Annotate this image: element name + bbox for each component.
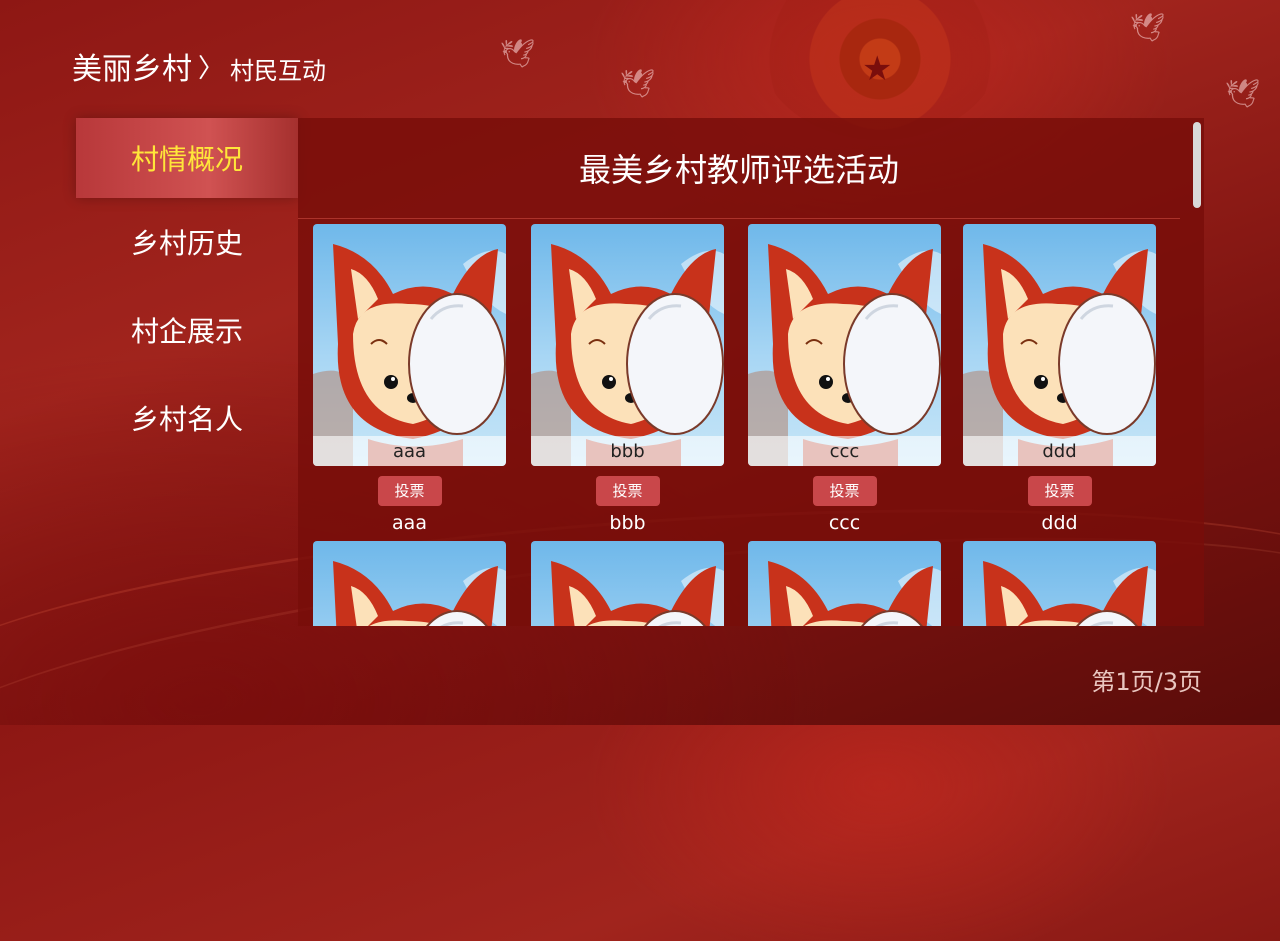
photo-caption: ccc xyxy=(748,436,941,466)
scrollbar-thumb[interactable] xyxy=(1193,122,1201,208)
dove-icon: 🕊 xyxy=(1130,11,1166,44)
candidate-name: ccc xyxy=(828,512,861,534)
candidate-name: ddd xyxy=(1041,512,1078,534)
sidebar-item-label: 乡村历史 xyxy=(130,227,243,260)
fox-cartoon-image xyxy=(768,561,941,626)
sidebar-item-village-history[interactable]: 乡村历史 xyxy=(76,198,298,286)
fox-cartoon-image xyxy=(333,561,506,626)
candidate-card[interactable]: 投票 xyxy=(313,541,506,626)
breadcrumb: 美丽乡村 〉 村民互动 xyxy=(72,44,326,88)
candidate-card[interactable]: 投票 xyxy=(963,541,1156,626)
candidate-photo[interactable] xyxy=(748,541,941,626)
sidebar-item-label: 村企展示 xyxy=(130,315,243,348)
vote-button[interactable]: 投票 xyxy=(595,476,660,506)
sidebar-item-village-celebrities[interactable]: 乡村名人 xyxy=(76,374,298,462)
sidebar-item-label: 乡村名人 xyxy=(130,403,243,436)
candidate-card[interactable]: ddd 投票 ddd xyxy=(963,224,1156,534)
candidate-photo[interactable] xyxy=(531,541,724,626)
sidebar-menu: 村情概况 乡村历史 村企展示 乡村名人 xyxy=(76,118,298,462)
content-panel: 最美乡村教师评选活动 aaa 投票 aaa bbb 投票 bbb ccc 投票 ccc ddd 投票… xyxy=(298,118,1204,626)
candidate-photo[interactable] xyxy=(313,541,506,626)
candidate-photo[interactable]: ddd xyxy=(963,224,1156,466)
sidebar-item-village-enterprises[interactable]: 村企展示 xyxy=(76,286,298,374)
fox-cartoon-image xyxy=(313,244,506,466)
fox-cartoon-image xyxy=(748,244,941,466)
fox-cartoon-image xyxy=(963,244,1156,466)
fox-cartoon-image xyxy=(983,561,1156,626)
vote-button[interactable]: 投票 xyxy=(1027,476,1092,506)
candidate-photo[interactable]: bbb xyxy=(531,224,724,466)
candidate-card[interactable]: 投票 xyxy=(748,541,941,626)
candidate-card[interactable]: ccc 投票 ccc xyxy=(748,224,941,534)
breadcrumb-root[interactable]: 美丽乡村 xyxy=(72,44,192,88)
candidate-photo[interactable]: aaa xyxy=(313,224,506,466)
photo-caption: ddd xyxy=(963,436,1156,466)
star-icon: ★ xyxy=(862,49,893,89)
candidate-card[interactable]: bbb 投票 bbb xyxy=(531,224,724,534)
sidebar-item-label: 村情概况 xyxy=(130,143,243,176)
vote-button[interactable]: 投票 xyxy=(812,476,877,506)
candidate-photo[interactable]: ccc xyxy=(748,224,941,466)
page-title: 最美乡村教师评选活动 xyxy=(298,118,1180,219)
dove-icon: 🕊 xyxy=(1225,77,1261,110)
page-indicator: 第1页/3页 xyxy=(1091,668,1202,696)
breadcrumb-current: 村民互动 xyxy=(230,56,327,85)
chevron-right-icon: 〉 xyxy=(198,53,225,84)
fox-cartoon-image xyxy=(531,244,724,466)
candidate-name: bbb xyxy=(609,512,646,534)
candidate-card[interactable]: aaa 投票 aaa xyxy=(313,224,506,534)
candidate-photo[interactable] xyxy=(963,541,1156,626)
vertical-scrollbar[interactable] xyxy=(1193,122,1201,622)
vote-button[interactable]: 投票 xyxy=(377,476,442,506)
photo-caption: bbb xyxy=(531,436,724,466)
candidate-card[interactable]: 投票 xyxy=(531,541,724,626)
photo-caption: aaa xyxy=(313,436,506,466)
sidebar-item-village-overview[interactable]: 村情概况 xyxy=(76,118,298,198)
dove-icon: 🕊 xyxy=(620,67,656,100)
fox-cartoon-image xyxy=(551,561,724,626)
candidate-name: aaa xyxy=(392,512,427,534)
dove-icon: 🕊 xyxy=(500,37,536,70)
